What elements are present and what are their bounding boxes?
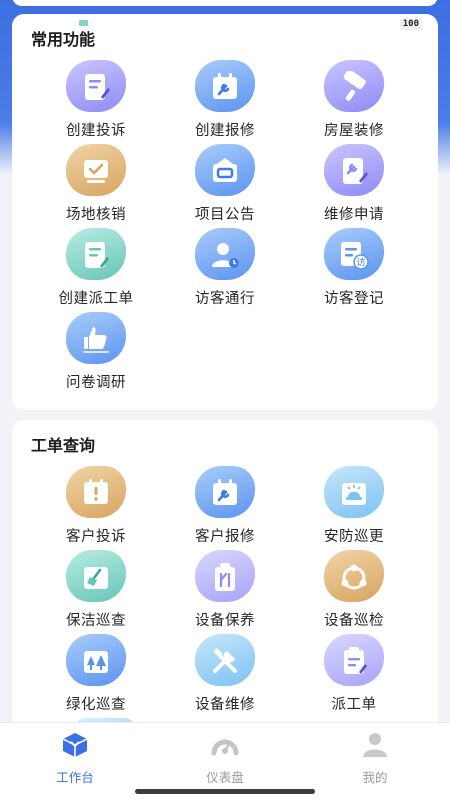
function-label: 客户投诉 (66, 529, 126, 545)
checkbox-board-icon (62, 144, 128, 198)
previous-card-edge (12, 0, 438, 6)
section-title-query: 工单查询 (31, 436, 96, 455)
repair-calendar-icon (191, 60, 257, 114)
query-equipment-repair[interactable]: 设备维修 (160, 634, 290, 714)
equipment-inspect-icon (320, 550, 386, 604)
document-edit-icon (62, 60, 128, 114)
workbench-icon (60, 731, 90, 763)
function-label: 设备巡检 (324, 613, 384, 629)
home-indicator[interactable] (135, 789, 315, 794)
function-venue-verify[interactable]: 场地核销 (31, 144, 161, 224)
visitor-tag: 访 (356, 258, 365, 269)
query-dispatch-order[interactable]: 派工单 (289, 634, 419, 714)
tab-workbench[interactable]: 工作台 (0, 731, 150, 785)
tab-label: 工作台 (56, 770, 94, 785)
function-create-dispatch[interactable]: 创建派工单 (31, 228, 161, 308)
function-label: 创建投诉 (66, 123, 126, 139)
thumbs-up-icon (62, 312, 128, 366)
function-project-announcement[interactable]: 项目公告 (160, 144, 290, 224)
visitor-register-icon: 访 (320, 228, 386, 282)
function-label: 访客通行 (195, 291, 255, 307)
query-customer-complaint[interactable]: 客户投诉 (31, 466, 161, 546)
function-label: 设备保养 (195, 613, 255, 629)
profile-icon (360, 731, 390, 763)
function-repair-request[interactable]: 维修申请 (289, 144, 419, 224)
function-visitor-pass[interactable]: 访客通行 (160, 228, 290, 308)
query-cleaning-inspection[interactable]: 保洁巡查 (31, 550, 161, 630)
complaint-icon (62, 466, 128, 520)
tab-label: 我的 (362, 770, 388, 785)
function-label: 安防巡更 (324, 529, 384, 545)
function-label: 保洁巡查 (66, 613, 126, 629)
visitor-pass-icon (191, 228, 257, 282)
repair-request-icon (320, 144, 386, 198)
query-greening-inspection[interactable]: 绿化巡查 (31, 634, 161, 714)
repair-calendar-icon (191, 466, 257, 520)
function-label: 创建报修 (195, 123, 255, 139)
query-security-patrol[interactable]: 安防巡更 (289, 466, 419, 546)
function-label: 问卷调研 (66, 375, 126, 391)
function-house-renovation[interactable]: 房屋装修 (289, 60, 419, 140)
common-functions-card: 常用功能 100 创建投诉 创建报修 房屋装修 场地核销 项目公告 维修申请 创… (12, 14, 438, 410)
function-label: 访客登记 (324, 291, 384, 307)
function-label: 房屋装修 (324, 123, 384, 139)
paint-roller-icon (320, 60, 386, 114)
greening-icon (62, 634, 128, 688)
announcement-icon (191, 144, 257, 198)
function-label: 绿化巡查 (66, 697, 126, 713)
section-title-common: 常用功能 (31, 30, 96, 49)
query-equipment-maintenance[interactable]: 设备保养 (160, 550, 290, 630)
work-order-query-card: 工单查询 客户投诉 客户报修 安防巡更 保洁巡查 设备保养 设备巡检 绿化巡查 … (12, 420, 438, 740)
dispatch-list-icon (320, 634, 386, 688)
security-patrol-icon (320, 466, 386, 520)
query-customer-repair[interactable]: 客户报修 (160, 466, 290, 546)
tab-profile[interactable]: 我的 (300, 731, 450, 785)
function-label: 设备维修 (195, 697, 255, 713)
dashboard-icon (210, 731, 240, 763)
dispatch-order-icon (62, 228, 128, 282)
function-label: 维修申请 (324, 207, 384, 223)
count-badge: 100 (399, 19, 422, 30)
tools-icon (191, 634, 257, 688)
cleaning-icon (62, 550, 128, 604)
tab-dashboard[interactable]: 仪表盘 (150, 731, 300, 785)
query-equipment-inspection[interactable]: 设备巡检 (289, 550, 419, 630)
equipment-maintain-icon (191, 550, 257, 604)
function-label: 项目公告 (195, 207, 255, 223)
function-visitor-register[interactable]: 访 访客登记 (289, 228, 419, 308)
function-survey[interactable]: 问卷调研 (31, 312, 161, 392)
function-create-repair[interactable]: 创建报修 (160, 60, 290, 140)
function-create-complaint[interactable]: 创建投诉 (31, 60, 161, 140)
function-label: 客户报修 (195, 529, 255, 545)
function-label: 场地核销 (66, 207, 126, 223)
tab-label: 仪表盘 (206, 770, 244, 785)
function-label: 创建派工单 (58, 291, 134, 307)
function-label: 派工单 (331, 697, 377, 713)
